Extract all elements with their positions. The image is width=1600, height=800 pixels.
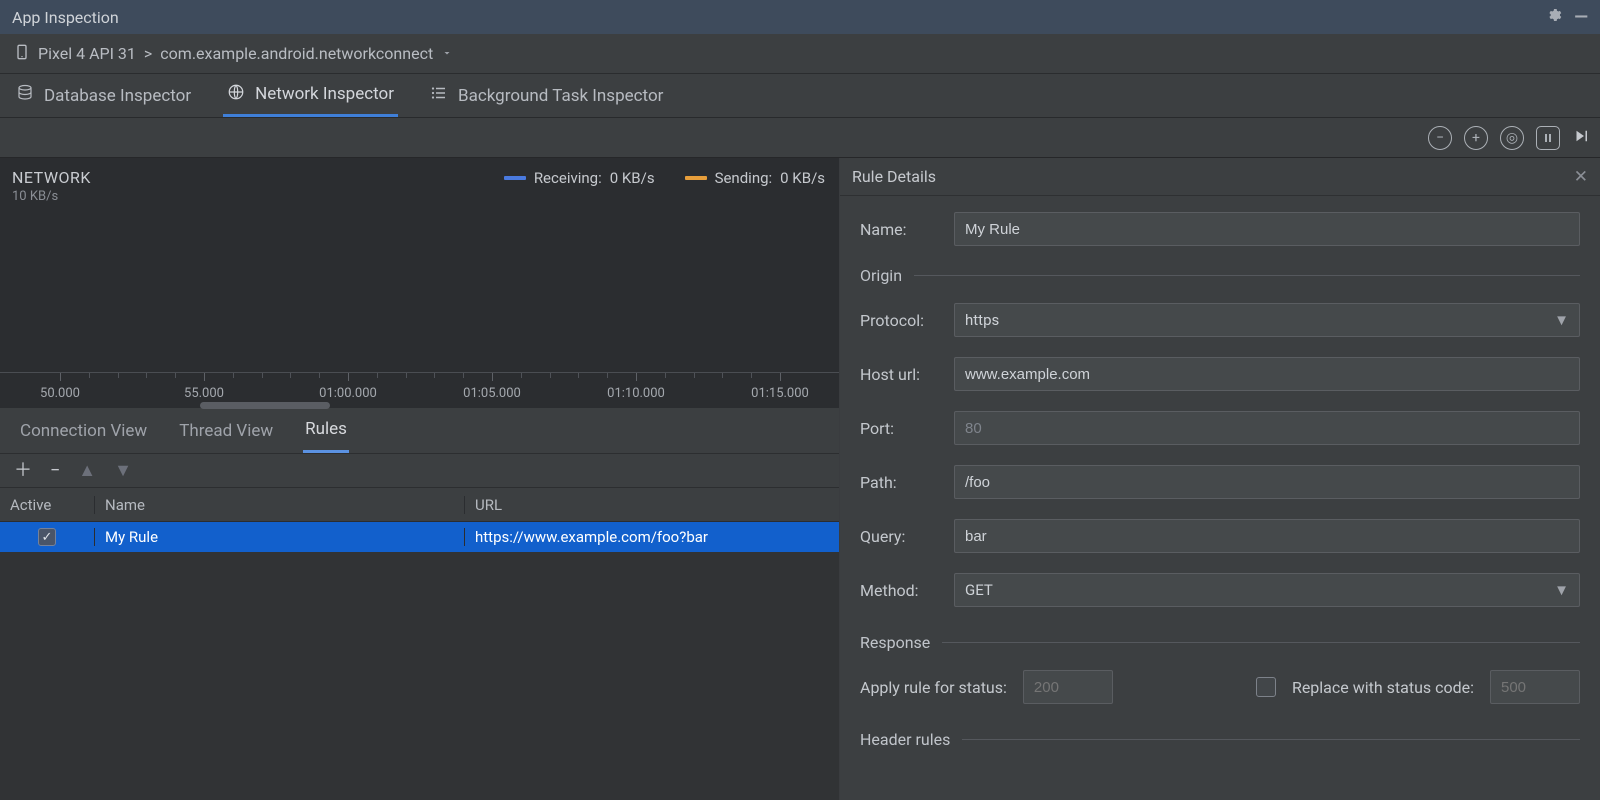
- path-input[interactable]: [954, 465, 1580, 499]
- breadcrumb-process: com.example.android.networkconnect: [160, 44, 433, 63]
- scrollbar-thumb[interactable]: [200, 402, 330, 409]
- time-tick-label: 01:00.000: [319, 386, 377, 401]
- port-input[interactable]: [954, 411, 1580, 445]
- chevron-down-icon[interactable]: [441, 44, 453, 63]
- titlebar: App Inspection —: [0, 0, 1600, 34]
- network-chart[interactable]: 50.000 55.000 01:00.000 01:05.000 01:10.000 0…: [0, 208, 839, 408]
- replace-status-checkbox[interactable]: [1256, 677, 1276, 697]
- device-icon: [14, 43, 30, 65]
- inspector-tabs: Database Inspector Network Inspector Bac…: [0, 74, 1600, 118]
- method-label: Method:: [860, 581, 954, 600]
- move-down-button: ▼: [114, 462, 132, 480]
- toolbar: − + ◎: [0, 118, 1600, 158]
- time-tick-label: 01:05.000: [463, 386, 521, 401]
- tab-network-inspector[interactable]: Network Inspector: [223, 74, 398, 117]
- host-input[interactable]: [954, 357, 1580, 391]
- host-label: Host url:: [860, 365, 954, 384]
- tab-thread-view[interactable]: Thread View: [177, 408, 275, 453]
- network-title: NETWORK: [12, 168, 91, 187]
- network-header: NETWORK Receiving: 0 KB/s Sending: 0 KB/…: [0, 158, 839, 189]
- breadcrumb-separator: >: [144, 44, 152, 63]
- response-section-label: Response: [860, 633, 930, 652]
- chevron-down-icon: ▼: [1554, 581, 1569, 599]
- replace-status-input[interactable]: [1490, 670, 1580, 704]
- protocol-label: Protocol:: [860, 311, 954, 330]
- name-label: Name:: [860, 220, 954, 239]
- legend-receiving: Receiving: 0 KB/s: [504, 169, 655, 187]
- tab-connection-view[interactable]: Connection View: [18, 408, 149, 453]
- list-icon: [430, 84, 448, 107]
- minus-circle-icon[interactable]: −: [1428, 126, 1452, 150]
- horizontal-scrollbar[interactable]: [0, 402, 839, 409]
- table-row[interactable]: ✓ My Rule https://www.example.com/foo?ba…: [0, 522, 839, 552]
- divider: [914, 275, 1580, 276]
- apply-status-label: Apply rule for status:: [860, 678, 1007, 697]
- method-select[interactable]: GET ▼: [954, 573, 1580, 607]
- time-tick-label: 55.000: [184, 386, 224, 401]
- add-rule-button[interactable]: ＋: [14, 462, 32, 480]
- rules-table: Active Name URL ✓ My Rule https://www.ex…: [0, 488, 839, 800]
- remove-rule-button[interactable]: −: [50, 462, 60, 480]
- time-tick-label: 01:10.000: [607, 386, 665, 401]
- path-label: Path:: [860, 473, 954, 492]
- divider: [962, 739, 1580, 740]
- time-tick-label: 01:15.000: [751, 386, 809, 401]
- sub-tabs: Connection View Thread View Rules: [0, 408, 839, 454]
- origin-section-label: Origin: [860, 266, 902, 285]
- header-rules-section-label: Header rules: [860, 730, 950, 749]
- gear-icon[interactable]: [1546, 7, 1562, 27]
- swatch-sending: [685, 176, 707, 180]
- query-label: Query:: [860, 527, 954, 546]
- replace-status-label: Replace with status code:: [1292, 678, 1474, 697]
- plus-circle-icon[interactable]: +: [1464, 126, 1488, 150]
- breadcrumb-device: Pixel 4 API 31: [38, 44, 136, 63]
- port-label: Port:: [860, 419, 954, 438]
- time-tick-label: 50.000: [40, 386, 80, 401]
- details-title: Rule Details: [852, 167, 936, 186]
- query-input[interactable]: [954, 519, 1580, 553]
- play-end-icon[interactable]: [1572, 127, 1590, 149]
- tab-rules[interactable]: Rules: [303, 408, 349, 453]
- pause-icon[interactable]: [1536, 126, 1560, 150]
- apply-status-input[interactable]: [1023, 670, 1113, 704]
- active-checkbox[interactable]: ✓: [38, 528, 56, 546]
- y-scale-label: 10 KB/s: [0, 189, 839, 208]
- minimize-icon[interactable]: —: [1574, 7, 1588, 28]
- tab-background-task-inspector[interactable]: Background Task Inspector: [426, 74, 667, 117]
- database-icon: [16, 84, 34, 107]
- move-up-button: ▲: [78, 462, 96, 480]
- close-icon[interactable]: ✕: [1574, 167, 1588, 187]
- details-header: Rule Details ✕: [840, 158, 1600, 196]
- rules-toolbar: ＋ − ▲ ▼: [0, 454, 839, 488]
- breadcrumb-bar[interactable]: Pixel 4 API 31 > com.example.android.net…: [0, 34, 1600, 74]
- swatch-receiving: [504, 176, 526, 180]
- tab-database-inspector[interactable]: Database Inspector: [12, 74, 195, 117]
- name-input[interactable]: [954, 212, 1580, 246]
- chevron-down-icon: ▼: [1554, 311, 1569, 329]
- target-icon[interactable]: ◎: [1500, 126, 1524, 150]
- window-title: App Inspection: [12, 8, 119, 27]
- globe-icon: [227, 83, 245, 106]
- legend-sending: Sending: 0 KB/s: [685, 169, 825, 187]
- table-header: Active Name URL: [0, 488, 839, 522]
- protocol-select[interactable]: https ▼: [954, 303, 1580, 337]
- divider: [942, 642, 1580, 643]
